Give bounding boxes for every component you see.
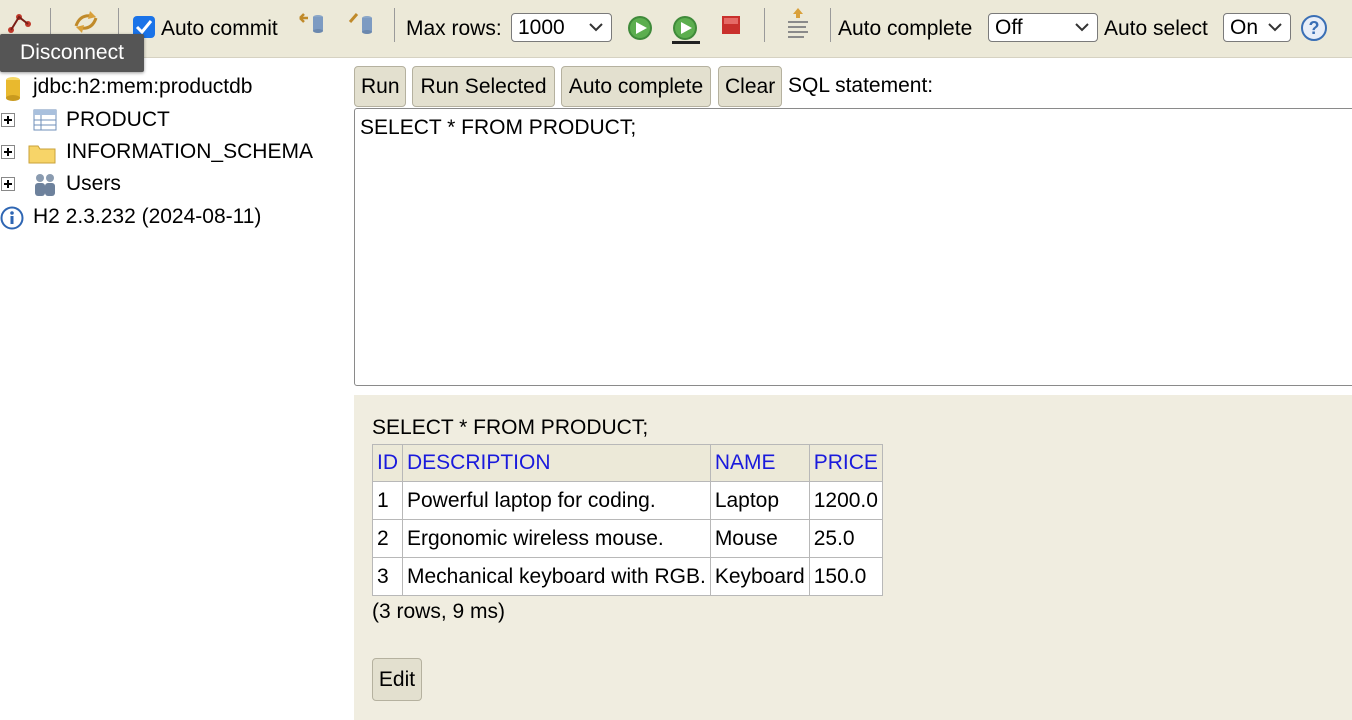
svg-text:?: ? xyxy=(1309,18,1320,38)
expand-icon[interactable] xyxy=(1,145,15,159)
auto-commit-label: Auto commit xyxy=(161,16,278,40)
cell-price: 25.0 xyxy=(808,519,883,558)
tree-item-label: Users xyxy=(66,172,121,195)
table-row: 1 Powerful laptop for coding. Laptop 120… xyxy=(372,481,883,520)
auto-complete-label: Auto complete xyxy=(838,16,973,40)
cell-name: Laptop xyxy=(709,481,810,520)
auto-select-select[interactable]: On xyxy=(1223,13,1291,42)
auto-complete-value: Off xyxy=(995,16,1023,39)
toolbar-separator xyxy=(764,8,765,42)
auto-complete-select[interactable]: Off xyxy=(988,13,1098,42)
help-icon[interactable]: ? xyxy=(1300,14,1328,42)
chevron-down-icon xyxy=(1268,23,1282,32)
auto-select-label: Auto select xyxy=(1104,16,1208,40)
chevron-down-icon xyxy=(1075,23,1089,32)
result-status: (3 rows, 9 ms) xyxy=(372,600,506,623)
run-selected-button[interactable]: Run Selected xyxy=(412,66,555,107)
cell-id: 3 xyxy=(372,557,403,596)
cell-description: Powerful laptop for coding. xyxy=(402,481,711,520)
cell-price: 1200.0 xyxy=(808,481,883,520)
run-button[interactable]: Run xyxy=(354,66,406,107)
toolbar-separator xyxy=(394,8,395,42)
sql-text: SELECT * FROM PRODUCT; xyxy=(360,116,637,139)
sql-statement-label: SQL statement: xyxy=(788,74,934,97)
disconnect-tooltip: Disconnect xyxy=(0,34,144,72)
chevron-down-icon xyxy=(589,23,603,32)
rollback-icon[interactable] xyxy=(296,10,326,36)
folder-icon xyxy=(28,145,56,164)
column-header-price[interactable]: PRICE xyxy=(808,444,883,482)
stop-icon[interactable] xyxy=(720,14,742,36)
toolbar-separator xyxy=(830,8,831,42)
tree-item-label: PRODUCT xyxy=(66,108,170,131)
table-row: 3 Mechanical keyboard with RGB. Keyboard… xyxy=(372,557,883,596)
table-icon xyxy=(33,109,57,131)
max-rows-select[interactable]: 1000 xyxy=(511,13,612,42)
cell-id: 1 xyxy=(372,481,403,520)
refresh-icon[interactable] xyxy=(70,8,102,36)
cell-name: Keyboard xyxy=(709,557,810,596)
history-icon[interactable] xyxy=(784,6,812,42)
table-row: 2 Ergonomic wireless mouse. Mouse 25.0 xyxy=(372,519,883,558)
auto-complete-button[interactable]: Auto complete xyxy=(561,66,711,107)
expand-icon[interactable] xyxy=(1,177,15,191)
commit-icon[interactable] xyxy=(348,10,376,36)
toolbar: Auto commit Max rows: 1000 Auto complete… xyxy=(0,0,1352,58)
result-panel: SELECT * FROM PRODUCT; ID DESCRIPTION NA… xyxy=(354,395,1352,720)
cell-price: 150.0 xyxy=(808,557,883,596)
max-rows-label: Max rows: xyxy=(406,16,502,40)
info-icon xyxy=(0,206,24,230)
edit-button[interactable]: Edit xyxy=(372,658,422,701)
cell-description: Ergonomic wireless mouse. xyxy=(402,519,711,558)
result-query: SELECT * FROM PRODUCT; xyxy=(372,416,649,439)
clear-button[interactable]: Clear xyxy=(718,66,782,107)
column-header-description[interactable]: DESCRIPTION xyxy=(402,444,711,482)
expand-icon[interactable] xyxy=(1,113,15,127)
cell-description: Mechanical keyboard with RGB. xyxy=(402,557,711,596)
sql-editor[interactable]: SELECT * FROM PRODUCT; xyxy=(354,108,1352,386)
result-table: ID DESCRIPTION NAME PRICE 1 Powerful lap… xyxy=(372,444,883,596)
table-header-row: ID DESCRIPTION NAME PRICE xyxy=(372,444,883,482)
cell-name: Mouse xyxy=(709,519,810,558)
run-icon[interactable] xyxy=(626,14,654,42)
users-icon xyxy=(35,174,55,196)
version-text: H2 2.3.232 (2024-08-11) xyxy=(33,205,262,228)
cell-id: 2 xyxy=(372,519,403,558)
tree-item-label: INFORMATION_SCHEMA xyxy=(66,140,313,163)
auto-select-value: On xyxy=(1230,16,1259,39)
max-rows-value: 1000 xyxy=(518,16,565,39)
connection-url: jdbc:h2:mem:productdb xyxy=(33,75,253,98)
run-selected-icon[interactable] xyxy=(670,14,702,46)
database-icon xyxy=(6,77,20,101)
column-header-id[interactable]: ID xyxy=(372,444,403,482)
column-header-name[interactable]: NAME xyxy=(709,444,810,482)
